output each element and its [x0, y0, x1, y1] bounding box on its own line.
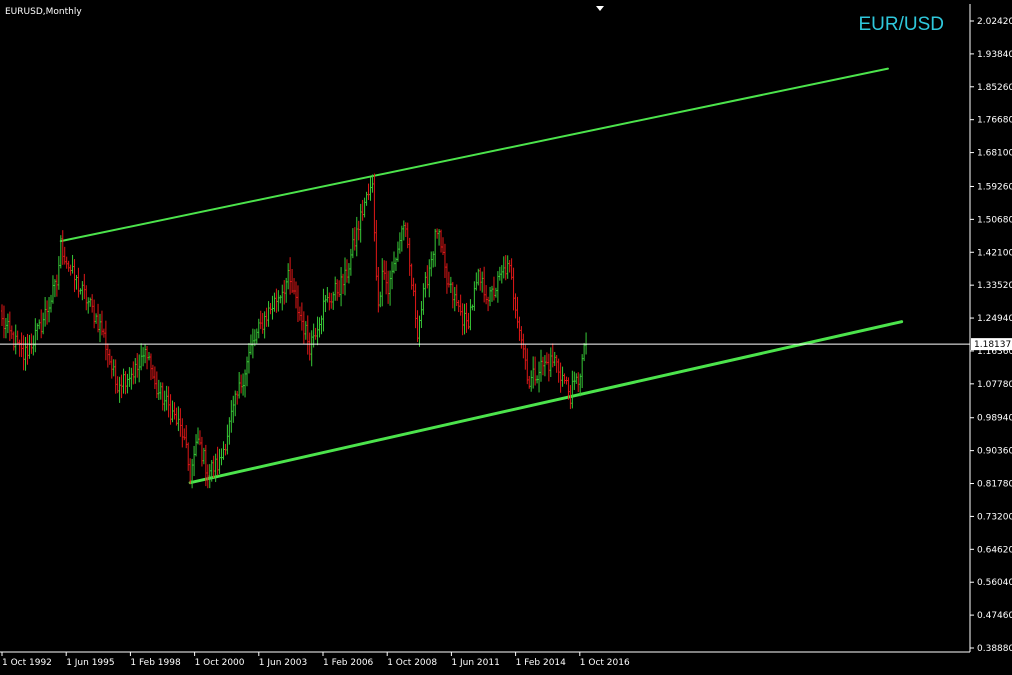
price-tick-label: 1.42100	[977, 248, 1012, 258]
price-tick-label: 1.85260	[977, 83, 1012, 93]
time-tick-label: 1 Oct 2016	[580, 658, 630, 668]
chart-window[interactable]: 2.02420 1.93840 1.85260 1.76680 1.68100 1.592…	[0, 0, 1012, 675]
price-tick-label: 1.93840	[977, 50, 1012, 60]
price-tick-label: 2.02420	[977, 17, 1012, 27]
time-tick-label: 1 Oct 1992	[2, 658, 52, 668]
price-tick-label: 1.50680	[977, 215, 1012, 225]
symbol-label: EUR/USD	[858, 14, 944, 35]
price-tick-label: 0.47460	[977, 611, 1012, 621]
price-tick-label: 1.68100	[977, 149, 1012, 159]
price-tick-label: 1.07780	[977, 380, 1012, 390]
time-tick-label: 1 Feb 1998	[130, 658, 181, 668]
time-tick-label: 1 Oct 2000	[195, 658, 245, 668]
price-tick-label: 1.24940	[977, 314, 1012, 324]
price-tick-label: 0.73200	[977, 512, 1012, 522]
price-tick-label: 1.59260	[977, 182, 1012, 192]
price-tick-label: 0.56040	[977, 578, 1012, 588]
price-tick-label: 0.38880	[977, 644, 1012, 654]
price-chart[interactable]: 2.02420 1.93840 1.85260 1.76680 1.68100 1.592…	[0, 0, 1012, 675]
price-tick-label: 1.76680	[977, 116, 1012, 126]
trendline[interactable]	[59, 67, 889, 243]
time-tick-label: 1 Jun 2011	[451, 658, 499, 668]
price-tick-label: 0.90360	[977, 447, 1012, 457]
price-tick-label: 0.81780	[977, 480, 1012, 490]
time-tick-label: 1 Jun 1995	[66, 658, 114, 668]
time-tick-label: 1 Feb 2014	[516, 658, 567, 668]
trendline[interactable]	[188, 320, 904, 485]
price-tick-label: 0.98940	[977, 414, 1012, 424]
price-tick-label: 0.64620	[977, 545, 1012, 555]
window-title: EURUSD,Monthly	[5, 7, 82, 17]
price-tick-label: 1.33520	[977, 281, 1012, 291]
chart-shift-marker[interactable]	[596, 6, 604, 11]
time-tick-label: 1 Jun 2003	[259, 658, 307, 668]
current-price-label: 1.18137	[974, 340, 1011, 350]
time-tick-label: 1 Oct 2008	[387, 658, 437, 668]
time-tick-label: 1 Feb 2006	[323, 658, 374, 668]
